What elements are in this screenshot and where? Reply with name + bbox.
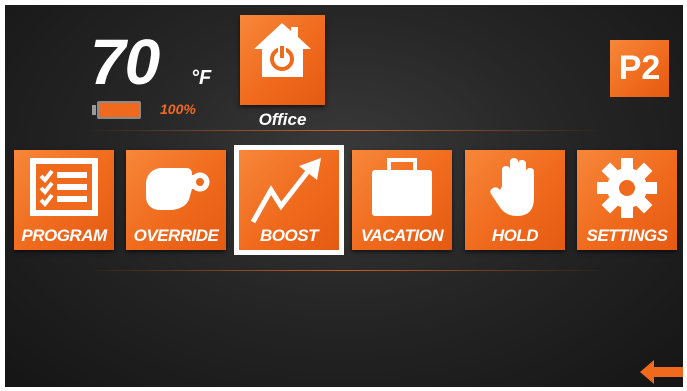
- boost-label: BOOST: [260, 226, 318, 245]
- battery-percent: 100%: [160, 101, 196, 117]
- hold-label: HOLD: [491, 226, 539, 245]
- zone-label: Office: [258, 110, 307, 129]
- bottom-divider: [85, 270, 605, 271]
- boost-button[interactable]: BOOST: [234, 145, 344, 255]
- pointing-hand-icon: [146, 168, 210, 210]
- back-arrow-icon[interactable]: [640, 360, 683, 384]
- gear-icon: [597, 158, 657, 218]
- suitcase-icon: [372, 158, 432, 216]
- current-temperature: 70: [90, 26, 160, 98]
- hand-stop-icon: [490, 158, 534, 216]
- checklist-icon: [30, 158, 98, 216]
- vacation-button[interactable]: VACATION: [352, 150, 452, 250]
- temperature-unit: °F: [191, 67, 212, 89]
- top-divider: [85, 130, 605, 131]
- settings-label: SETTINGS: [586, 226, 668, 245]
- program-label: PROGRAM: [21, 226, 107, 245]
- hold-button[interactable]: HOLD: [465, 150, 565, 250]
- vacation-label: VACATION: [360, 226, 444, 245]
- override-label: OVERRIDE: [133, 226, 219, 245]
- thermostat-screen: 70 °F 100% Office P2 PROGRAM OVERRIDE BO…: [5, 5, 683, 387]
- settings-button[interactable]: SETTINGS: [577, 150, 677, 250]
- home-power-icon: [254, 23, 311, 77]
- zone-button-office[interactable]: Office: [240, 15, 325, 129]
- program-button[interactable]: PROGRAM: [14, 150, 114, 250]
- battery-icon: [92, 101, 141, 119]
- trend-up-arrow-icon: [250, 158, 321, 224]
- profile-badge[interactable]: P2: [610, 40, 669, 97]
- override-button[interactable]: OVERRIDE: [126, 150, 226, 250]
